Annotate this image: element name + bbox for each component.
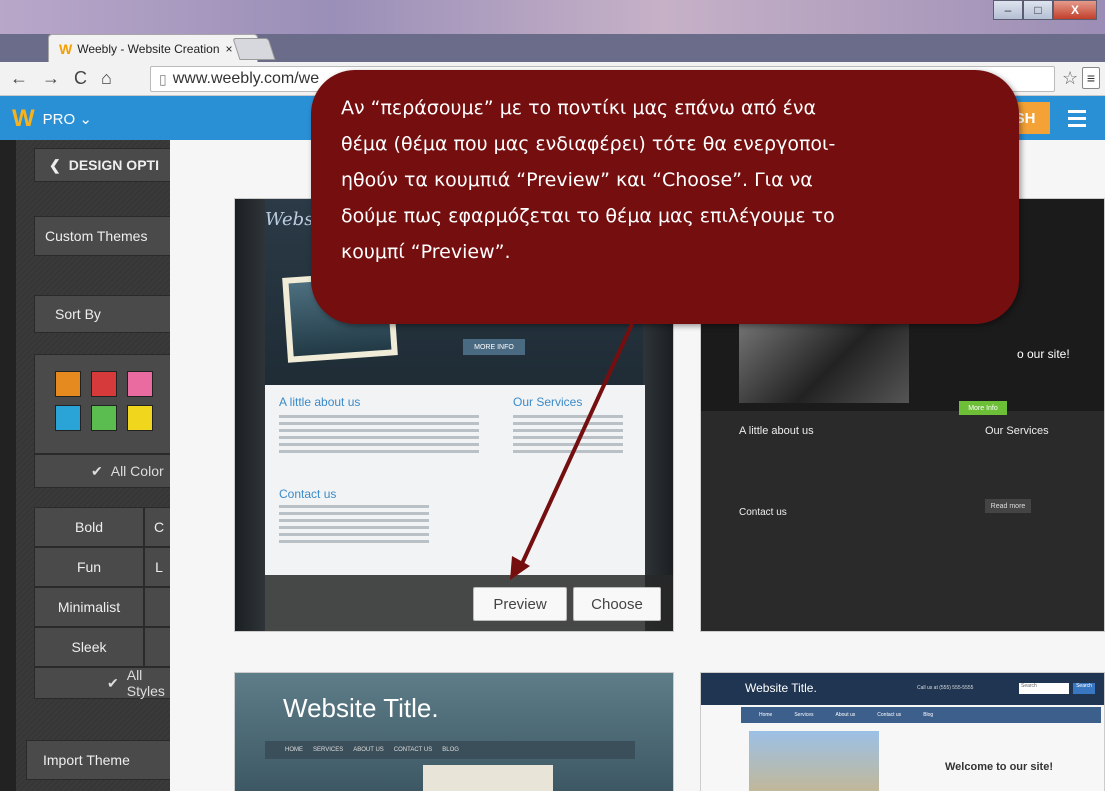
theme-card-4[interactable]: Website Title. Call us at (555) 555-5555… [700, 672, 1105, 791]
theme-2-read-more: Read more [985, 499, 1031, 513]
theme-3-nav-item: BLOG [442, 747, 459, 753]
theme-4-title: Website Title. [745, 681, 817, 695]
theme-4-nav-item: Services [794, 712, 814, 718]
sort-by-button[interactable]: Sort By [34, 295, 174, 333]
new-tab-button[interactable] [232, 38, 276, 60]
bookmark-star-icon[interactable]: ☆ [1062, 68, 1078, 89]
forward-arrow-icon[interactable]: → [42, 68, 60, 89]
swatch-orange[interactable] [55, 371, 81, 397]
theme-4-welcome: Welcome to our site! [945, 761, 1053, 773]
maximize-button[interactable]: □ [1023, 0, 1053, 20]
swatch-yellow[interactable] [127, 405, 153, 431]
all-colors-button[interactable]: ✔ All Color [34, 454, 174, 488]
weebly-favicon-icon: W [59, 40, 73, 57]
style-sleek[interactable]: Sleek [34, 627, 144, 667]
page-icon: ▯ [159, 70, 167, 87]
theme-1-text-lines [279, 415, 479, 457]
wood-border-left [235, 199, 265, 631]
browser-menu-icon[interactable]: ≡ [1082, 67, 1100, 89]
theme-4-search: Search [1019, 683, 1069, 694]
check-icon: ✔ [107, 674, 119, 691]
all-colors-label: All Color [110, 463, 164, 479]
weebly-brand[interactable]: W PRO ⌄ [12, 105, 92, 133]
color-swatch-panel [34, 354, 174, 454]
design-sidebar: ❮ DESIGN OPTI Custom Themes Sort By ✔ Al… [16, 140, 174, 791]
theme-card-3[interactable]: Website Title. HOME SERVICES ABOUT US CO… [234, 672, 674, 791]
all-styles-button[interactable]: ✔ All Styles [34, 667, 174, 699]
theme-3-nav-item: SERVICES [313, 747, 344, 753]
left-gutter [0, 140, 16, 791]
back-label: DESIGN OPTI [68, 157, 159, 173]
theme-4-nav-item: Blog [923, 712, 934, 718]
import-theme-button[interactable]: Import Theme [26, 740, 174, 780]
theme-1-form-lines [279, 505, 429, 547]
theme-3-nav-item: ABOUT US [353, 747, 384, 753]
window-titlebar: – □ X [0, 0, 1105, 34]
swatch-red[interactable] [91, 371, 117, 397]
home-icon[interactable]: ⌂ [101, 68, 112, 89]
theme-1-about-heading: A little about us [279, 395, 361, 409]
plan-dropdown[interactable]: PRO ⌄ [43, 110, 92, 128]
theme-4-nav-item: About us [835, 712, 856, 718]
theme-4-nav: Home Services About us Contact us Blog [741, 707, 1101, 723]
theme-4-call: Call us at (555) 555-5555 [917, 685, 974, 691]
theme-2-welcome: o our site! [1017, 347, 1070, 361]
reload-icon[interactable]: C [74, 68, 87, 89]
callout-line: Αν “περάσουμε” με το ποντίκι μας επάνω α… [341, 97, 817, 119]
theme-4-nav-item: Contact us [877, 712, 902, 718]
theme-3-nav-item: CONTACT US [393, 747, 433, 753]
callout-line: κουμπί “Preview”. [341, 241, 511, 263]
theme-3-frame [423, 765, 553, 791]
chevron-left-icon: ❮ [49, 156, 61, 173]
callout-line: ηθούν τα κουμπιά “Preview” και “Choose”.… [341, 169, 813, 191]
window-controls: – □ X [993, 0, 1097, 20]
tab-close-icon[interactable]: × [226, 42, 233, 56]
custom-themes-button[interactable]: Custom Themes [34, 216, 174, 256]
browser-tab[interactable]: W Weebly - Website Creation × [26, 34, 258, 62]
preview-button[interactable]: Preview [473, 587, 567, 621]
callout-line: θέμα (θέμα που μας ενδιαφέρει) τότε θα ε… [341, 133, 836, 155]
url-text: www.weebly.com/we [172, 70, 320, 87]
theme-2-services-heading: Our Services [985, 425, 1049, 437]
style-bold[interactable]: Bold [34, 507, 144, 547]
theme-1-service-lines [513, 415, 623, 457]
back-arrow-icon[interactable]: ← [10, 68, 28, 89]
choose-button[interactable]: Choose [573, 587, 661, 621]
all-styles-label: All Styles [126, 667, 165, 699]
tab-title: Weebly - Website Creation [77, 41, 220, 56]
theme-3-title: Website Title. [283, 693, 439, 723]
check-icon: ✔ [91, 462, 103, 479]
design-options-back-button[interactable]: ❮ DESIGN OPTI [34, 148, 174, 182]
hamburger-menu-icon[interactable] [1062, 104, 1092, 132]
weebly-logo-icon: W [12, 105, 35, 132]
theme-1-more-info: MORE INFO [463, 339, 525, 355]
instruction-callout: Αν “περάσουμε” με το ποντίκι μας επάνω α… [311, 70, 1019, 324]
theme-2-more-info: More Info [959, 401, 1007, 415]
theme-3-nav: HOME SERVICES ABOUT US CONTACT US BLOG [265, 741, 635, 759]
style-minimalist[interactable]: Minimalist [34, 587, 144, 627]
theme-4-search-button: Search [1073, 683, 1095, 694]
swatch-green[interactable] [91, 405, 117, 431]
theme-4-photo [749, 731, 879, 791]
close-window-button[interactable]: X [1053, 0, 1097, 20]
theme-4-nav-item: Home [759, 712, 773, 718]
minimize-button[interactable]: – [993, 0, 1023, 20]
theme-1-services-heading: Our Services [513, 395, 583, 409]
style-fun[interactable]: Fun [34, 547, 144, 587]
theme-1-contact-heading: Contact us [279, 487, 337, 501]
callout-line: δούμε πως εφαρμόζεται το θέμα μας επιλέγ… [341, 205, 835, 227]
theme-2-about-heading: A little about us [739, 425, 814, 437]
swatch-blue[interactable] [55, 405, 81, 431]
theme-2-contact-heading: Contact us [739, 507, 787, 518]
theme-3-nav-item: HOME [285, 747, 303, 753]
swatch-pink[interactable] [127, 371, 153, 397]
